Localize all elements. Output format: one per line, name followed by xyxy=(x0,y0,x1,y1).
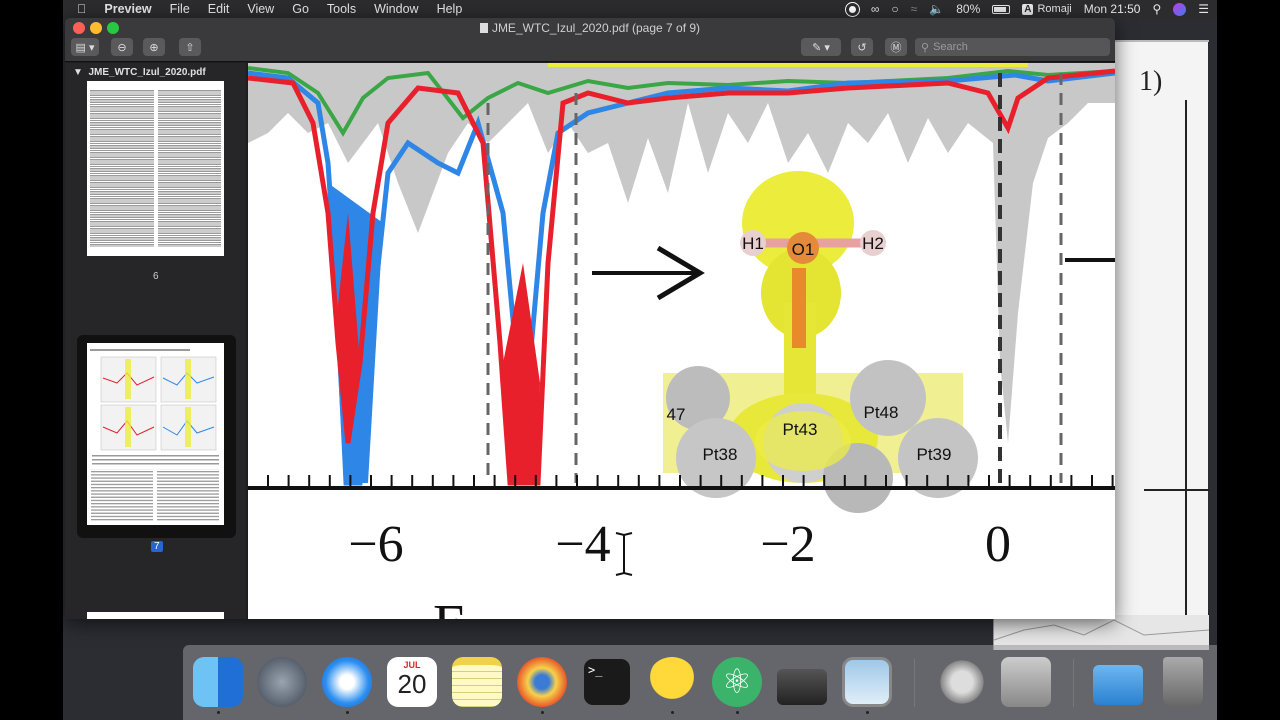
document-view[interactable]: H1 O1 H2 Pt43 Pt48 Pt38 Pt39 47 −6 −4 −2… xyxy=(248,63,1115,619)
title-bar[interactable]: JME_WTC_Izul_2020.pdf (page 7 of 9) ▤ ▾ … xyxy=(65,18,1115,62)
spotlight-icon[interactable]: ⚲ xyxy=(1152,2,1161,16)
dos-figure: H1 O1 H2 Pt43 Pt48 Pt38 Pt39 47 −6 −4 −2… xyxy=(248,63,1115,619)
volume-icon[interactable]: 🔈 xyxy=(929,2,944,16)
notification-center-icon[interactable]: ☰ xyxy=(1198,2,1209,16)
downloads-icon[interactable] xyxy=(1093,665,1143,705)
disk-utility-icon[interactable] xyxy=(1001,657,1051,707)
menu-window[interactable]: Window xyxy=(374,2,418,16)
terminal-icon[interactable]: >_ xyxy=(582,657,632,707)
dock-separator-2 xyxy=(1073,659,1074,707)
text-cursor-icon xyxy=(615,532,633,576)
share-button[interactable]: ⇧ xyxy=(179,38,201,56)
rotate-button[interactable]: ↺ xyxy=(851,38,873,56)
finder-icon[interactable] xyxy=(193,657,243,707)
arrow-right-icon xyxy=(592,245,705,301)
zoom-in-button[interactable]: ⊕ xyxy=(143,38,165,56)
search-field[interactable]: ⚲ Search xyxy=(915,38,1110,56)
zoom-out-button[interactable]: ⊖ xyxy=(111,38,133,56)
atom-label-pt43: Pt43 xyxy=(783,420,818,439)
utility-icon[interactable] xyxy=(937,657,987,707)
atom-label-pt39: Pt39 xyxy=(917,445,952,464)
yellow-top-strip xyxy=(548,63,1028,67)
page-thumbnail-7[interactable] xyxy=(87,343,224,525)
x-tick-label-0: 0 xyxy=(985,516,1011,573)
thumbnail-text-lines xyxy=(87,89,224,247)
atom-label-pt38: Pt38 xyxy=(703,445,738,464)
menu-edit[interactable]: Edit xyxy=(208,2,230,16)
dock: JUL 20 >_ ⚛ xyxy=(183,645,1217,720)
menu-view[interactable]: View xyxy=(247,2,274,16)
creative-cloud-icon[interactable]: ∞ xyxy=(871,2,880,16)
atom-label-h1: H1 xyxy=(742,234,764,253)
menu-clock[interactable]: Mon 21:50 xyxy=(1084,2,1141,16)
pdf-doc-icon xyxy=(479,23,488,33)
printer-icon[interactable] xyxy=(777,669,827,705)
preview-icon[interactable] xyxy=(842,657,892,707)
svg-text:1): 1) xyxy=(1139,66,1162,97)
x-tick-label-minus4: −4 xyxy=(555,516,610,573)
sync-icon[interactable]: ○ xyxy=(891,2,898,16)
sidebar-file-header[interactable]: ▼ JME_WTC_Izul_2020.pdf xyxy=(73,67,206,78)
window-title-text: JME_WTC_Izul_2020.pdf (page 7 of 9) xyxy=(491,21,701,35)
input-source-label[interactable]: Romaji xyxy=(1037,3,1071,15)
running-indicator-molecule xyxy=(541,711,544,714)
calendar-day: 20 xyxy=(397,669,427,699)
x-tick-label-minus6: −6 xyxy=(348,516,403,573)
atom-label-h2: H2 xyxy=(862,234,884,253)
safari-icon[interactable] xyxy=(322,657,372,707)
running-indicator-preview xyxy=(866,711,869,714)
menu-go[interactable]: Go xyxy=(292,2,309,16)
sidebar-toggle-button[interactable]: ▤ ▾ xyxy=(71,38,99,56)
menu-app-name[interactable]: Preview xyxy=(104,2,151,16)
battery-percent[interactable]: 80% xyxy=(956,2,980,16)
page-number-7: 7 xyxy=(151,541,163,552)
desktop:  Preview File Edit View Go Tools Window… xyxy=(63,0,1217,720)
dock-separator xyxy=(914,659,915,707)
page-thumbnail-8[interactable] xyxy=(87,612,224,619)
axis-title-partial: E xyxy=(433,594,467,619)
calendar-icon[interactable]: JUL 20 xyxy=(387,657,437,707)
markup-pen-button[interactable]: ✎ ▾ xyxy=(801,38,841,56)
thumbnail-sidebar[interactable]: ▼ JME_WTC_Izul_2020.pdf 6 7 xyxy=(65,63,246,619)
x-tick-label-minus2: −2 xyxy=(760,516,815,573)
page-number-6: 6 xyxy=(153,271,159,282)
apple-menu-icon[interactable]:  xyxy=(77,2,86,16)
molecule-app-icon[interactable] xyxy=(517,657,567,707)
cyberduck-icon[interactable] xyxy=(647,657,697,707)
search-placeholder: Search xyxy=(933,41,968,53)
menu-help[interactable]: Help xyxy=(437,2,463,16)
running-indicator-atom xyxy=(736,711,739,714)
battery-icon xyxy=(992,4,1011,14)
thumbnail-figure-grid xyxy=(90,349,219,521)
search-icon: ⚲ xyxy=(921,41,930,54)
page-thumbnail-6[interactable] xyxy=(87,81,224,256)
input-source-icon[interactable]: A xyxy=(1022,3,1034,15)
record-icon[interactable] xyxy=(845,2,859,16)
window-title: JME_WTC_Izul_2020.pdf (page 7 of 9) xyxy=(65,21,1115,35)
atom-label-o1: O1 xyxy=(792,240,815,259)
menu-file[interactable]: File xyxy=(170,2,190,16)
notes-icon[interactable] xyxy=(452,657,502,707)
trash-icon[interactable] xyxy=(1163,657,1203,707)
preview-window[interactable]: JME_WTC_Izul_2020.pdf (page 7 of 9) ▤ ▾ … xyxy=(65,18,1115,619)
running-indicator-safari xyxy=(346,711,349,714)
markup-toolbar-button[interactable]: Ⓜ xyxy=(885,38,907,56)
sidebar-file-name: JME_WTC_Izul_2020.pdf xyxy=(88,67,206,78)
menu-bar:  Preview File Edit View Go Tools Window… xyxy=(63,0,1217,18)
wifi-icon[interactable]: ≈ xyxy=(911,2,918,16)
running-indicator-finder xyxy=(217,711,220,714)
launchpad-icon[interactable] xyxy=(257,657,307,707)
siri-icon[interactable] xyxy=(1173,2,1187,16)
atom-label-47: 47 xyxy=(667,405,686,424)
menu-tools[interactable]: Tools xyxy=(327,2,356,16)
running-indicator-cyberduck xyxy=(671,711,674,714)
atom-icon[interactable]: ⚛ xyxy=(712,657,762,707)
atom-label-pt48: Pt48 xyxy=(864,403,899,422)
